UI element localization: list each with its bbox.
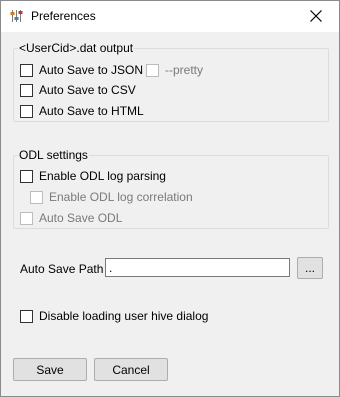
browse-button[interactable]: ...	[297, 257, 323, 279]
output-group-legend: <UserCid>.dat output	[19, 41, 134, 55]
cancel-button[interactable]: Cancel	[94, 358, 168, 381]
auto-save-html-checkbox[interactable]: Auto Save to HTML	[20, 103, 144, 119]
checkbox-box[interactable]	[20, 309, 33, 323]
auto-save-odl-checkbox[interactable]: Auto Save ODL	[20, 210, 122, 226]
close-icon	[310, 10, 322, 22]
preferences-sliders-icon	[10, 9, 24, 23]
preferences-dialog: Preferences <UserCid>.dat output Auto Sa…	[0, 0, 340, 397]
checkbox-box[interactable]	[20, 104, 33, 118]
odl-settings-legend: ODL settings	[19, 148, 88, 162]
close-button[interactable]	[293, 1, 339, 32]
enable-odl-parsing-checkbox[interactable]: Enable ODL log parsing	[20, 168, 166, 184]
auto-save-json-label: Auto Save to JSON	[39, 63, 144, 77]
checkbox-box[interactable]	[20, 63, 33, 77]
title-bar: Preferences	[1, 1, 339, 32]
disable-hive-dialog-checkbox[interactable]: Disable loading user hive dialog	[20, 308, 208, 324]
window-title: Preferences	[31, 9, 96, 23]
enable-odl-correlation-checkbox[interactable]: Enable ODL log correlation	[30, 189, 193, 205]
pretty-label: --pretty	[165, 63, 204, 77]
save-button[interactable]: Save	[13, 358, 87, 381]
pretty-checkbox[interactable]: --pretty	[146, 62, 203, 78]
checkbox-box[interactable]	[20, 211, 33, 225]
auto-save-odl-label: Auto Save ODL	[39, 211, 123, 225]
auto-save-csv-checkbox[interactable]: Auto Save to CSV	[20, 82, 136, 98]
checkbox-box[interactable]	[146, 63, 159, 77]
checkbox-box[interactable]	[30, 190, 43, 204]
auto-save-path-label: Auto Save Path	[20, 262, 104, 276]
disable-hive-dialog-label: Disable loading user hive dialog	[39, 309, 209, 323]
checkbox-box[interactable]	[20, 169, 33, 183]
auto-save-json-checkbox[interactable]: Auto Save to JSON	[20, 62, 143, 78]
enable-odl-parsing-label: Enable ODL log parsing	[39, 169, 166, 183]
auto-save-html-label: Auto Save to HTML	[39, 104, 144, 118]
auto-save-csv-label: Auto Save to CSV	[39, 83, 136, 97]
checkbox-box[interactable]	[20, 83, 33, 97]
auto-save-path-input[interactable]	[105, 258, 290, 277]
enable-odl-correlation-label: Enable ODL log correlation	[49, 190, 193, 204]
